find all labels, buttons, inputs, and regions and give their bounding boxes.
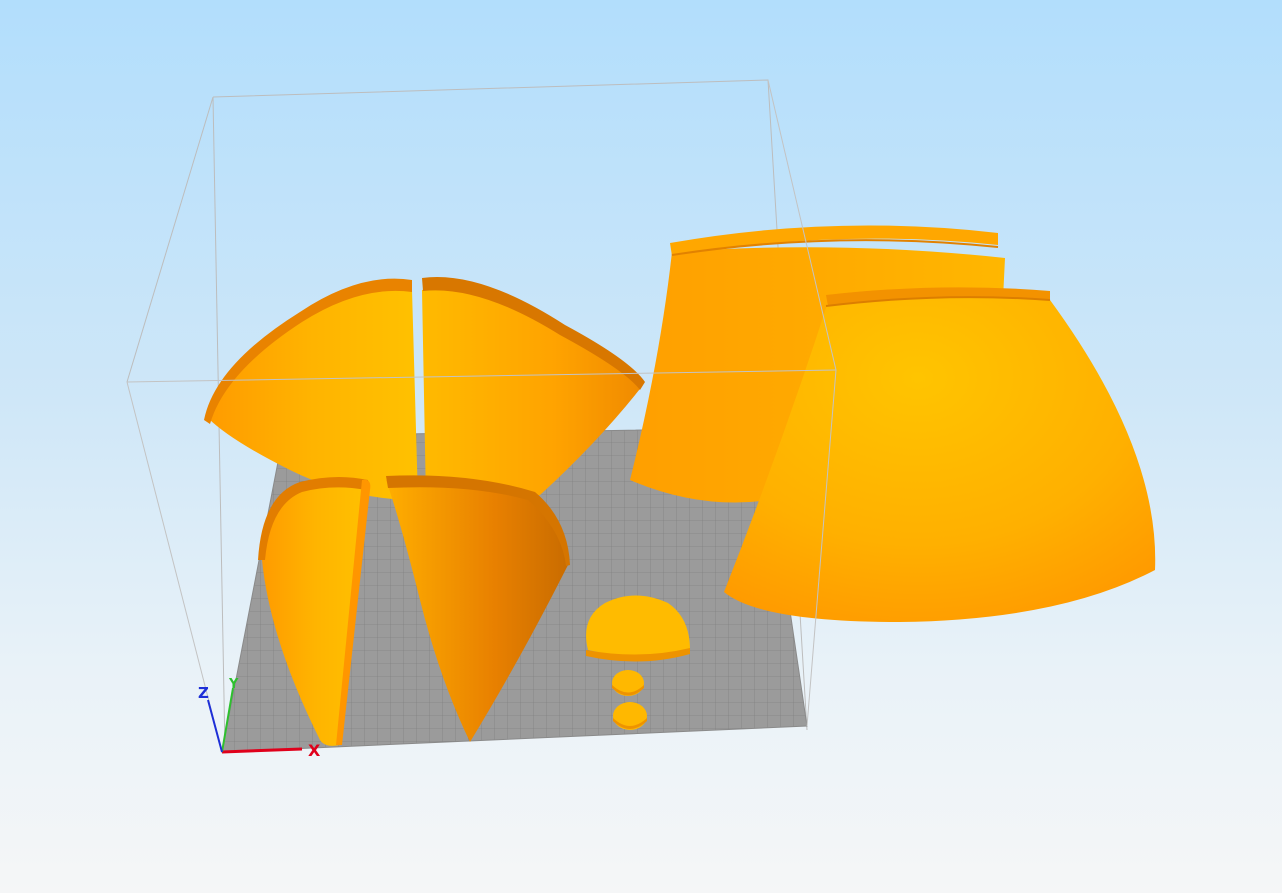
disc-small-2[interactable] bbox=[613, 702, 647, 730]
axis-z-label: Z bbox=[198, 684, 209, 702]
scene-canvas[interactable]: X Y Z bbox=[0, 0, 1282, 893]
disc-small-1[interactable] bbox=[612, 670, 644, 696]
axis-y-label: Y bbox=[228, 677, 239, 692]
3d-viewport[interactable]: X Y Z bbox=[0, 0, 1282, 893]
petal-top-left[interactable] bbox=[204, 278, 418, 500]
axis-x-label: X bbox=[308, 741, 321, 760]
